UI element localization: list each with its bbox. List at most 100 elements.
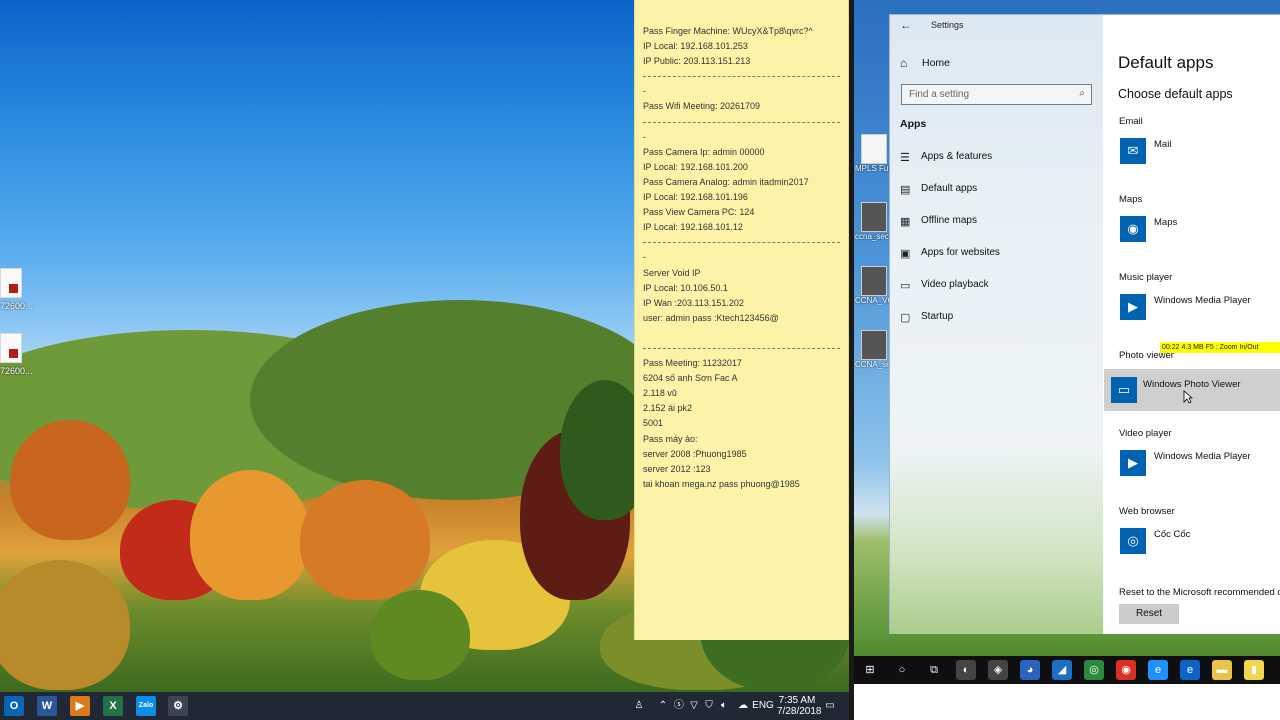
note-line: IP Local: 192.168.101.12 [643, 222, 743, 233]
cortana-icon[interactable]: ○ [892, 660, 912, 680]
nav-item[interactable]: ▭ Video playback [900, 277, 1095, 295]
desktop-file-icon[interactable]: CCNA_VO... [855, 266, 893, 306]
nav-item-label: Startup [921, 311, 954, 322]
nav-item[interactable]: ▤ Default apps [900, 181, 1095, 199]
default-app-name: Windows Media Player [1154, 451, 1251, 462]
shield-icon[interactable]: ⛉ [703, 692, 715, 720]
media-player-icon[interactable]: ▶ [70, 696, 90, 716]
desktop-file-label: CCNA_se... [855, 360, 893, 369]
note-line: IP Wan :203.113.151.202 [643, 297, 744, 308]
language-indicator[interactable]: ENG [752, 692, 774, 720]
default-app-button[interactable]: ▶ Windows Media Player [1118, 292, 1280, 328]
nav-item[interactable]: ☰ Apps & features [900, 149, 1095, 167]
note-line: Pass Camera Ip: admin 00000 [643, 146, 765, 157]
note-separator [643, 69, 840, 84]
ie-icon[interactable]: e [1148, 660, 1168, 680]
nav-home[interactable]: ⌂ Home [900, 55, 1090, 73]
desktop-file-label: ccna_secu... [855, 232, 893, 241]
cloud-icon[interactable]: ☁ [736, 692, 750, 720]
settings-icon[interactable]: ⚙ [168, 696, 188, 716]
chevron-up-icon[interactable]: ⌃ [657, 692, 669, 720]
note-line [643, 326, 840, 341]
note-line: IP Local: 192.168.101.196 [643, 192, 748, 203]
outlook-icon[interactable]: O [4, 696, 24, 716]
tree-shape [190, 470, 310, 600]
zalo-icon[interactable]: Zalo [136, 696, 156, 716]
default-app-button[interactable]: ◉ Maps [1118, 214, 1280, 250]
default-app-name: Mail [1154, 139, 1172, 150]
map-icon: ▦ [900, 216, 911, 228]
note-line: 5001 [643, 418, 664, 429]
note-line: Pass Camera Analog: admin itadmin2017 [643, 176, 809, 187]
app-icon-3[interactable]: ◕ [1020, 660, 1040, 680]
app-tile-icon: ▭ [1111, 377, 1137, 403]
settings-window: ← Settings ⌂ Home Find a setting ⌕ Apps … [889, 14, 1280, 634]
people-icon[interactable]: ♙ [632, 692, 646, 720]
default-app-button[interactable]: ▶ Windows Media Player [1118, 448, 1280, 484]
app-tile-icon: ◉ [1120, 216, 1146, 242]
explorer-icon[interactable]: ▬ [1212, 660, 1232, 680]
note-line: Pass Wifi Meeting: 20261709 [643, 101, 761, 112]
desktop-file-label: 72600... [0, 301, 33, 311]
tree-shape [10, 420, 130, 540]
title-bar: ← Settings [890, 15, 1103, 37]
default-app-button[interactable]: ◎ Cốc Cốc [1118, 526, 1280, 562]
note-line: IP Local: 10.106.50.1 [643, 282, 728, 293]
reset-button[interactable]: Reset [1119, 604, 1179, 624]
home-icon: ⌂ [900, 56, 908, 70]
back-arrow-icon[interactable]: ← [900, 18, 912, 32]
task-view-icon[interactable]: ⧉ [924, 660, 944, 680]
app-icon-4[interactable]: ◢ [1052, 660, 1072, 680]
desktop-file-icon[interactable]: ccna_secu... [855, 202, 893, 242]
default-app-button[interactable]: ✉ Mail [1118, 136, 1280, 172]
speaker-icon[interactable]: 🔈︎ [718, 692, 730, 720]
note-line: IP Local: 192.168.101.253 [643, 41, 748, 52]
desktop-file-icon[interactable]: 72600... [0, 333, 33, 376]
desktop-file-icon[interactable]: CCNA_se... [855, 330, 893, 370]
settings-search[interactable]: Find a setting ⌕ [901, 84, 1092, 105]
pdf-file-icon [0, 333, 22, 363]
note-line: Pass View Camera PC: 124 [643, 207, 755, 218]
tree-shape [300, 480, 430, 600]
desktop-blank-area [854, 684, 1280, 720]
file-thumbnail-icon [861, 266, 887, 296]
default-app-name: Windows Photo Viewer [1143, 379, 1241, 390]
excel-icon[interactable]: X [103, 696, 123, 716]
chrome-icon[interactable]: ◉ [1116, 660, 1136, 680]
clock-time: 7:35 AM [778, 695, 816, 706]
note-line: server 2008 :Phuong1985 [643, 448, 747, 459]
note-line: - [643, 131, 646, 142]
note-line: IP Local: 192.168.101.200 [643, 161, 748, 172]
note-line: 6204 số anh Sơn Fac A [643, 373, 738, 384]
nav-item[interactable]: ▢ Startup [900, 309, 1095, 327]
clock[interactable]: 7:35 AM 7/28/2018 [777, 692, 822, 720]
page-subtitle: Choose default apps [1118, 87, 1233, 101]
nav-item[interactable]: ▦ Offline maps [900, 213, 1095, 231]
app-icon-1[interactable]: ◐ [956, 660, 976, 680]
tree-shape [0, 560, 130, 690]
note-line: 2.118 vũ [643, 388, 677, 399]
start-icon[interactable]: ⊞ [860, 660, 880, 680]
app-icon-2[interactable]: ◈ [988, 660, 1008, 680]
desktop-file-icon[interactable]: MPLS Fundam... [855, 134, 893, 174]
notifications-icon[interactable]: ▭ [822, 692, 838, 720]
edge-icon[interactable]: e [1180, 660, 1200, 680]
desktop-file-icon[interactable]: 72600... [0, 268, 33, 311]
coccoc-icon[interactable]: ◎ [1084, 660, 1104, 680]
nav-item-label: Apps for websites [921, 247, 1000, 258]
nav-item[interactable]: ▣ Apps for websites [900, 245, 1095, 263]
word-icon[interactable]: W [37, 696, 57, 716]
category-label: Video player [1119, 428, 1172, 439]
recorder-status-bar: 00:22 4.3 MB F5 : Zoom In/Out [1160, 342, 1280, 353]
nav-item-label: Offline maps [921, 215, 977, 226]
sticky-notes-icon[interactable]: ▮ [1244, 660, 1264, 680]
antivirus-icon[interactable]: ▽ [688, 692, 700, 720]
taskbar-left: O W ▶ X Zalo ⚙ ♙ ⌃ ⓢ ▽ ⛉ 🔈︎ ☁ ENG 7:35 AM 7/2… [0, 692, 852, 720]
note-separator [643, 235, 840, 250]
app-tile-icon: ✉ [1120, 138, 1146, 164]
window-title: Settings [931, 20, 964, 30]
skype-icon[interactable]: ⓢ [673, 692, 685, 720]
search-icon: ⌕ [1079, 88, 1085, 99]
category-label: Music player [1119, 272, 1173, 283]
sticky-note[interactable]: Pass Finger Machine: WUcyX&Tp8\qvrc?^ IP … [634, 0, 849, 640]
